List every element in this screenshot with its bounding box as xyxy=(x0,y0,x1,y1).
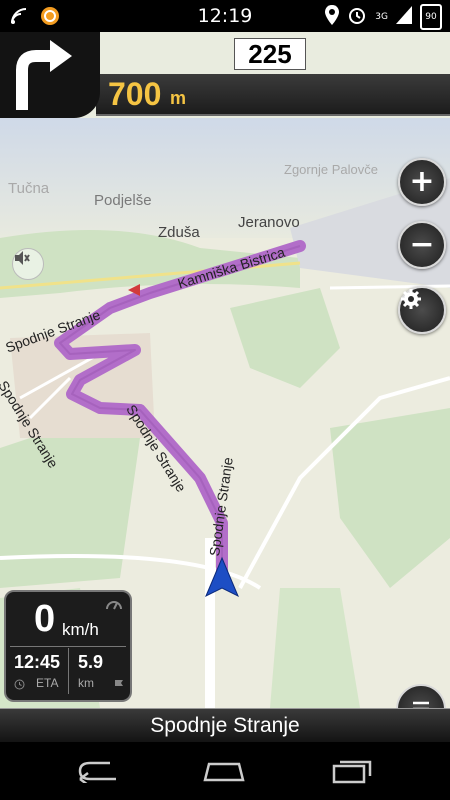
status-bar: 12:19 3G 90 xyxy=(0,0,450,32)
back-button[interactable] xyxy=(68,752,128,790)
signal-icon xyxy=(396,6,412,28)
remaining-unit: km xyxy=(78,676,94,690)
home-icon xyxy=(203,762,245,782)
map-label-zdusa: Zduša xyxy=(158,224,200,241)
street-number-badge: 225 xyxy=(234,38,306,70)
recent-apps-button[interactable] xyxy=(322,752,382,790)
flag-icon xyxy=(115,680,123,690)
panel-divider xyxy=(68,648,69,694)
maneuver-header: 700 m 225 xyxy=(0,32,450,118)
map-label-tucna: Tučna xyxy=(8,180,50,197)
eta-label: ETA xyxy=(36,676,59,690)
minus-icon: − xyxy=(409,227,435,262)
map-label-podjelse: Podjelše xyxy=(94,192,152,209)
network-type: 3G xyxy=(375,12,388,22)
speaker-mute-icon xyxy=(15,251,30,265)
clock-icon xyxy=(14,679,25,690)
android-navigation-bar xyxy=(0,742,450,800)
recent-apps-icon xyxy=(332,760,372,784)
turn-instruction[interactable] xyxy=(0,32,100,118)
eta-value: 12:45 xyxy=(14,652,61,672)
battery-icon: 90 xyxy=(420,4,442,30)
home-button[interactable] xyxy=(194,752,254,790)
zoom-in-button[interactable]: + xyxy=(398,158,446,206)
gear-icon xyxy=(401,289,421,309)
alarm-icon xyxy=(347,5,367,29)
current-speed: 0 xyxy=(34,598,56,640)
map-label-faint-top: Zgornje Palovče xyxy=(284,162,378,177)
current-street-bar: Spodnje Stranje xyxy=(0,708,450,743)
settings-button[interactable] xyxy=(398,286,446,334)
plus-icon: + xyxy=(409,164,435,199)
map-label-jeranovo: Jeranovo xyxy=(238,214,300,231)
remaining-distance: 5.9 xyxy=(78,652,104,672)
location-icon xyxy=(325,5,340,29)
speed-unit: km/h xyxy=(62,620,99,639)
mute-button[interactable] xyxy=(12,248,44,280)
zoom-out-button[interactable]: − xyxy=(398,221,446,269)
distance-strip: 700 m xyxy=(96,74,450,116)
distance-to-turn: 700 xyxy=(108,76,162,112)
distance-unit: m xyxy=(170,88,187,108)
speedometer-icon xyxy=(106,601,122,610)
back-icon xyxy=(78,761,116,783)
panel-divider xyxy=(10,646,126,647)
trip-info-panel[interactable]: 0 km/h 12:45 ETA 5.9 km xyxy=(4,590,132,702)
turn-right-icon xyxy=(16,40,72,110)
